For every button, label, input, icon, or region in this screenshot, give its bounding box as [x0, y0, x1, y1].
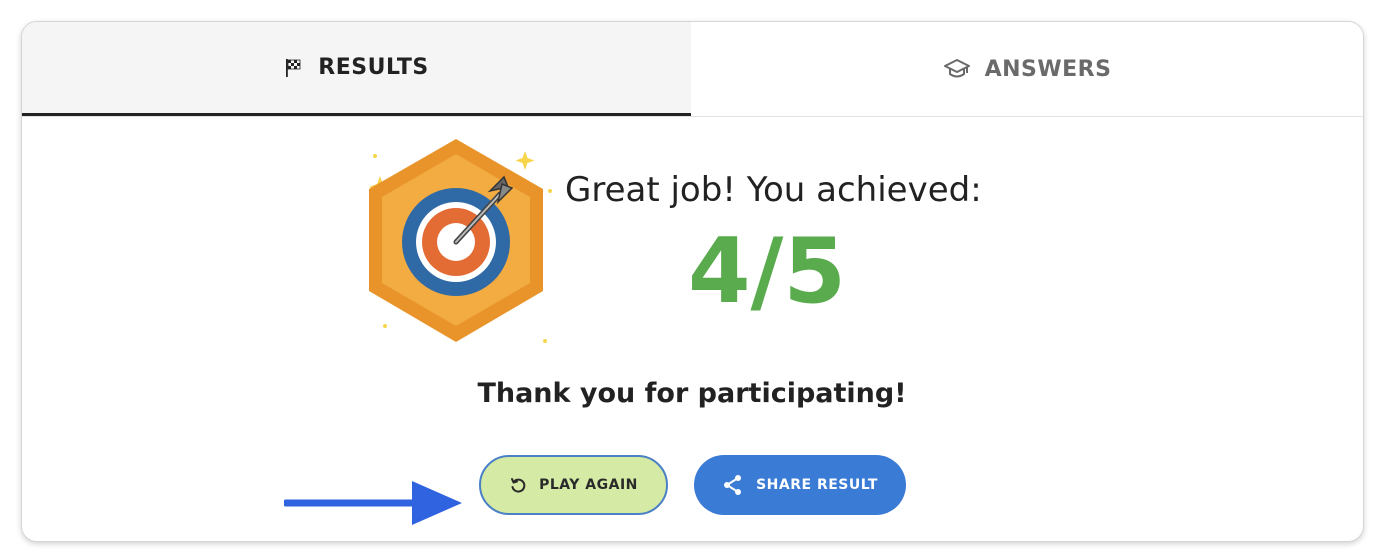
play-again-button[interactable]: PLAY AGAIN — [479, 455, 668, 515]
thank-you-message: Thank you for participating! — [477, 378, 907, 409]
tab-results[interactable]: RESULTS — [22, 22, 691, 116]
tab-bar: RESULTS ANSWERS — [22, 22, 1363, 117]
share-result-label: SHARE RESULT — [756, 477, 878, 493]
result-headline: Great job! You achieved: — [565, 170, 982, 210]
tab-answers[interactable]: ANSWERS — [691, 22, 1363, 116]
replay-icon — [509, 476, 527, 494]
tab-answers-label: ANSWERS — [984, 56, 1112, 82]
share-result-button[interactable]: SHARE RESULT — [694, 455, 906, 515]
graduation-cap-icon — [943, 58, 971, 80]
checkered-flag-icon — [284, 58, 304, 78]
tab-results-label: RESULTS — [318, 55, 429, 80]
share-icon — [722, 474, 744, 496]
play-again-label: PLAY AGAIN — [539, 477, 638, 493]
target-dart-badge-icon — [350, 136, 560, 355]
arrow-right-icon — [282, 477, 464, 531]
results-card: RESULTS ANSWERS Great job! You achieved:… — [21, 21, 1364, 542]
score-value: 4/5 — [687, 219, 847, 324]
